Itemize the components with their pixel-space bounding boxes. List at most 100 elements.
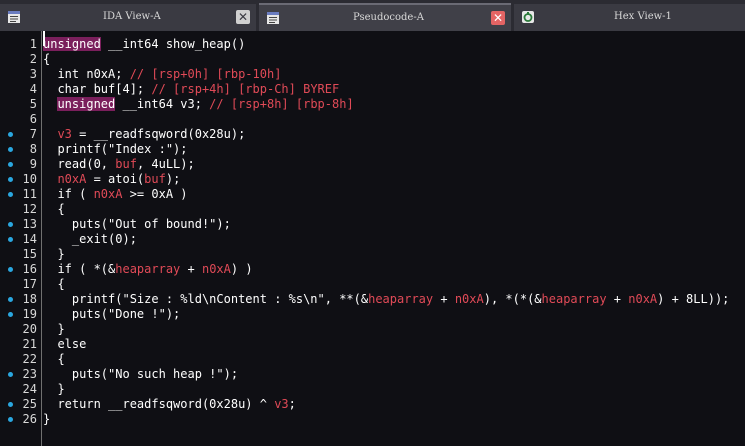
- line-number-gutter: 1 2 3 4 5 6 7 8 9 10 11 12 13 14 15 16 17 18 19 20 21 22 23 24 2…: [0, 31, 42, 446]
- line-number: 17: [22, 277, 37, 291]
- comment-token: // [rsp+4h] [rbp-Ch] BYREF: [151, 82, 340, 96]
- tab-title: Hex View-1: [614, 11, 672, 22]
- line-number: 8: [29, 142, 37, 156]
- comment-token: // [rsp+8h] [rbp-8h]: [209, 97, 354, 111]
- code-token: __int64 show_heap(): [100, 37, 246, 51]
- code-token: }: [43, 247, 65, 261]
- code-token: {: [43, 352, 65, 366]
- line-number: 15: [22, 247, 37, 261]
- code-line[interactable]: {: [43, 352, 65, 367]
- line-number: 22: [22, 352, 37, 366]
- line-number: 2: [29, 52, 37, 66]
- code-line[interactable]: puts("Out of bound!");: [43, 217, 231, 232]
- line-number: 26: [22, 412, 37, 426]
- breakpoint-dot-icon[interactable]: [8, 222, 13, 227]
- breakpoint-dot-icon[interactable]: [8, 372, 13, 377]
- code-token: }: [43, 382, 65, 396]
- variable-token: n0xA: [628, 292, 658, 306]
- code-line[interactable]: {: [43, 52, 50, 67]
- code-token: {: [43, 277, 65, 291]
- keyword-token: unsigned: [43, 37, 101, 51]
- tab-pseudocode-a[interactable]: Pseudocode-A ✕: [259, 3, 511, 31]
- keyword-token: unsigned: [57, 97, 116, 111]
- code-token: ) + 8LL));: [657, 292, 730, 306]
- code-line[interactable]: puts("Done !");: [43, 307, 180, 322]
- code-token: int n0xA;: [43, 67, 130, 81]
- code-line[interactable]: printf("Size : %ld\nContent : %s\n", **(…: [43, 292, 730, 307]
- line-number: 20: [22, 322, 37, 336]
- code-line[interactable]: }: [43, 412, 50, 427]
- code-line[interactable]: return __readfsqword(0x28u) ^ v3;: [43, 397, 295, 412]
- variable-token: n0xA: [201, 262, 231, 276]
- breakpoint-dot-icon[interactable]: [8, 402, 13, 407]
- code-token: return __readfsqword(0x28u) ^: [43, 397, 275, 411]
- code-line[interactable]: if ( *(&heaparray + n0xA) ): [43, 262, 253, 277]
- code-token: else: [43, 337, 87, 351]
- pseudocode-editor[interactable]: unsigned __int64 show_heap(){ int n0xA; …: [43, 31, 745, 446]
- code-line[interactable]: char buf[4]; // [rsp+4h] [rbp-Ch] BYREF: [43, 82, 339, 97]
- close-icon[interactable]: ✕: [236, 10, 250, 24]
- code-token: , 4uLL);: [136, 157, 195, 171]
- breakpoint-dot-icon[interactable]: [8, 312, 13, 317]
- code-line[interactable]: read(0, buf, 4uLL);: [43, 157, 195, 172]
- breakpoint-dot-icon[interactable]: [8, 267, 13, 272]
- line-number: 12: [22, 202, 37, 216]
- code-token: printf("Index :");: [43, 142, 188, 156]
- code-line[interactable]: {: [43, 202, 65, 217]
- line-number: 13: [22, 217, 37, 231]
- code-line[interactable]: _exit(0);: [43, 232, 137, 247]
- variable-token: heaparray: [541, 292, 607, 306]
- code-line[interactable]: unsigned __int64 v3; // [rsp+8h] [rbp-8h…: [43, 97, 354, 112]
- code-token: {: [43, 52, 51, 66]
- code-token: ) ): [230, 262, 253, 276]
- code-token: +: [606, 292, 629, 306]
- code-token: = atoi(: [86, 172, 145, 186]
- ida-view-icon: [8, 11, 20, 23]
- line-number: 1: [29, 37, 37, 51]
- variable-token: buf: [115, 157, 137, 171]
- code-line[interactable]: {: [43, 277, 65, 292]
- code-token: }: [43, 322, 65, 336]
- breakpoint-dot-icon[interactable]: [8, 192, 13, 197]
- close-icon[interactable]: ✕: [491, 11, 505, 25]
- line-number: 16: [22, 262, 37, 276]
- code-token: +: [180, 262, 202, 276]
- breakpoint-dot-icon[interactable]: [8, 132, 13, 137]
- code-token: puts("Done !");: [43, 307, 181, 321]
- variable-token: heaparray: [115, 262, 181, 276]
- breakpoint-dot-icon[interactable]: [8, 177, 13, 182]
- code-line[interactable]: puts("No such heap !");: [43, 367, 238, 382]
- breakpoint-dot-icon[interactable]: [8, 417, 13, 422]
- breakpoint-dot-icon[interactable]: [8, 147, 13, 152]
- comment-token: // [rsp+0h] [rbp-10h]: [129, 67, 282, 81]
- code-line[interactable]: }: [43, 322, 65, 337]
- code-line[interactable]: n0xA = atoi(buf);: [43, 172, 180, 187]
- breakpoint-dot-icon[interactable]: [8, 297, 13, 302]
- code-line[interactable]: if ( n0xA >= 0xA ): [43, 187, 187, 202]
- code-line[interactable]: v3 = __readfsqword(0x28u);: [43, 127, 245, 142]
- code-token: {: [43, 202, 65, 216]
- line-number: 21: [22, 337, 37, 351]
- text-cursor: [43, 31, 45, 46]
- tab-ida-view-a[interactable]: IDA View-A ✕: [0, 4, 256, 31]
- variable-token: n0xA: [57, 172, 87, 186]
- variable-token: buf: [144, 172, 166, 186]
- hex-view-icon: [522, 11, 534, 23]
- code-line[interactable]: printf("Index :");: [43, 142, 188, 157]
- line-number: 24: [22, 382, 37, 396]
- code-line[interactable]: }: [43, 382, 65, 397]
- code-line[interactable]: unsigned __int64 show_heap(): [43, 37, 245, 52]
- breakpoint-dot-icon[interactable]: [8, 237, 13, 242]
- line-number: 6: [29, 112, 37, 126]
- code-line[interactable]: int n0xA; // [rsp+0h] [rbp-10h]: [43, 67, 281, 82]
- code-line[interactable]: }: [43, 247, 65, 262]
- code-token: if ( *(&: [43, 262, 116, 276]
- tab-hex-view-1[interactable]: Hex View-1: [514, 4, 745, 31]
- breakpoint-dot-icon[interactable]: [8, 162, 13, 167]
- pseudocode-icon: [267, 12, 279, 24]
- code-line[interactable]: else: [43, 337, 86, 352]
- line-number: 19: [22, 307, 37, 321]
- line-number: 18: [22, 292, 37, 306]
